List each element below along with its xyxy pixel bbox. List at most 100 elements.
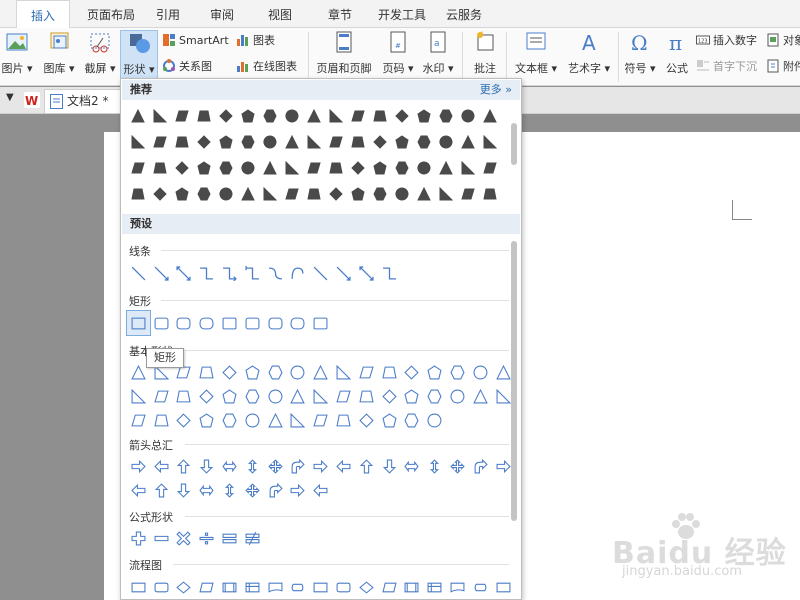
shape-option[interactable] bbox=[193, 181, 215, 207]
shape-option[interactable] bbox=[309, 454, 332, 478]
shape-button[interactable]: 形状 ▾ bbox=[120, 30, 158, 80]
shape-option[interactable] bbox=[195, 408, 218, 432]
shape-option[interactable] bbox=[355, 408, 378, 432]
shape-option[interactable] bbox=[332, 261, 355, 285]
shape-option[interactable] bbox=[241, 408, 264, 432]
tab-reference[interactable]: 引用 bbox=[150, 0, 186, 28]
shape-option[interactable] bbox=[259, 181, 281, 207]
shape-option[interactable] bbox=[309, 261, 332, 285]
shape-option[interactable] bbox=[281, 181, 303, 207]
shape-option[interactable] bbox=[479, 129, 501, 155]
shape-option[interactable] bbox=[281, 103, 303, 129]
shape-option[interactable] bbox=[218, 360, 241, 384]
shape-option[interactable] bbox=[237, 181, 259, 207]
shape-option[interactable] bbox=[259, 103, 281, 129]
shape-option[interactable] bbox=[287, 575, 310, 599]
shape-option[interactable] bbox=[171, 181, 193, 207]
shape-option[interactable] bbox=[401, 360, 424, 384]
tab-developer[interactable]: 开发工具 bbox=[374, 0, 430, 28]
shape-option[interactable] bbox=[479, 103, 501, 129]
shape-option[interactable] bbox=[287, 311, 310, 335]
shape-option[interactable] bbox=[127, 103, 149, 129]
shape-option[interactable] bbox=[241, 454, 264, 478]
shape-option[interactable] bbox=[309, 384, 332, 408]
shape-option[interactable] bbox=[171, 129, 193, 155]
shape-option[interactable] bbox=[303, 129, 325, 155]
shape-option[interactable] bbox=[218, 311, 241, 335]
shape-option[interactable] bbox=[325, 155, 347, 181]
shape-option[interactable] bbox=[332, 360, 355, 384]
shape-option[interactable] bbox=[369, 181, 391, 207]
shape-option[interactable] bbox=[391, 155, 413, 181]
shape-option[interactable] bbox=[413, 155, 435, 181]
shape-option[interactable] bbox=[287, 261, 310, 285]
shape-option[interactable] bbox=[287, 408, 310, 432]
shape-option[interactable] bbox=[457, 155, 479, 181]
comment-button[interactable]: 批注 bbox=[468, 30, 502, 76]
shape-option[interactable] bbox=[355, 360, 378, 384]
shape-option[interactable] bbox=[355, 261, 378, 285]
shape-option[interactable] bbox=[264, 261, 287, 285]
shape-option[interactable] bbox=[401, 454, 424, 478]
shape-option[interactable] bbox=[446, 360, 469, 384]
shape-option[interactable] bbox=[469, 360, 492, 384]
formula-button[interactable]: π 公式 bbox=[662, 30, 692, 76]
shape-option[interactable] bbox=[378, 454, 401, 478]
header-footer-button[interactable]: 页眉和页脚 bbox=[314, 30, 374, 76]
shape-option[interactable] bbox=[127, 526, 150, 550]
shape-option[interactable] bbox=[369, 129, 391, 155]
shape-option[interactable] bbox=[193, 129, 215, 155]
shape-option[interactable] bbox=[378, 408, 401, 432]
shape-option[interactable] bbox=[435, 181, 457, 207]
shape-option[interactable] bbox=[127, 181, 149, 207]
shape-option[interactable] bbox=[215, 129, 237, 155]
shape-option[interactable] bbox=[193, 155, 215, 181]
shape-option[interactable] bbox=[173, 384, 196, 408]
chart-button[interactable]: 图表 bbox=[236, 32, 275, 50]
shape-option[interactable] bbox=[241, 478, 264, 502]
wordart-button[interactable]: A 艺术字 ▾ bbox=[564, 30, 614, 76]
shape-option[interactable] bbox=[413, 129, 435, 155]
shape-option[interactable] bbox=[173, 408, 196, 432]
shape-option[interactable] bbox=[127, 261, 150, 285]
shape-option[interactable] bbox=[309, 478, 332, 502]
shape-option[interactable] bbox=[325, 181, 347, 207]
shape-option[interactable] bbox=[149, 129, 171, 155]
textbox-button[interactable]: 文本框 ▾ bbox=[512, 30, 560, 76]
shape-option[interactable] bbox=[150, 478, 173, 502]
shape-option[interactable] bbox=[215, 181, 237, 207]
shape-option[interactable] bbox=[127, 454, 150, 478]
shape-option[interactable] bbox=[347, 181, 369, 207]
library-button[interactable]: 图库 ▾ bbox=[40, 30, 78, 76]
shape-option[interactable] bbox=[325, 129, 347, 155]
shape-option[interactable] bbox=[369, 103, 391, 129]
shape-option[interactable] bbox=[446, 454, 469, 478]
shape-option[interactable] bbox=[309, 360, 332, 384]
shape-option[interactable] bbox=[241, 311, 264, 335]
shape-option[interactable] bbox=[378, 360, 401, 384]
shape-option[interactable] bbox=[237, 155, 259, 181]
shape-option[interactable] bbox=[423, 408, 446, 432]
shape-option[interactable] bbox=[237, 103, 259, 129]
shape-option[interactable] bbox=[264, 360, 287, 384]
shape-option[interactable] bbox=[347, 103, 369, 129]
shape-option[interactable] bbox=[264, 384, 287, 408]
watermark-button[interactable]: a 水印 ▾ bbox=[420, 30, 456, 76]
preset-scrollbar[interactable] bbox=[511, 241, 517, 521]
shape-option[interactable] bbox=[413, 103, 435, 129]
shape-option[interactable] bbox=[218, 408, 241, 432]
shape-option[interactable] bbox=[127, 408, 150, 432]
shape-option[interactable] bbox=[457, 129, 479, 155]
attachment-button[interactable]: 附件 bbox=[766, 58, 800, 76]
shape-option[interactable] bbox=[435, 155, 457, 181]
smartart-button[interactable]: SmartArt bbox=[162, 32, 229, 50]
shape-option[interactable] bbox=[195, 360, 218, 384]
shape-option[interactable] bbox=[264, 408, 287, 432]
shape-option[interactable] bbox=[413, 181, 435, 207]
shape-option[interactable] bbox=[127, 384, 150, 408]
shape-option[interactable] bbox=[332, 384, 355, 408]
shape-option[interactable] bbox=[241, 360, 264, 384]
shape-option[interactable] bbox=[492, 575, 515, 599]
shape-option[interactable] bbox=[446, 384, 469, 408]
shape-option[interactable] bbox=[423, 575, 446, 599]
